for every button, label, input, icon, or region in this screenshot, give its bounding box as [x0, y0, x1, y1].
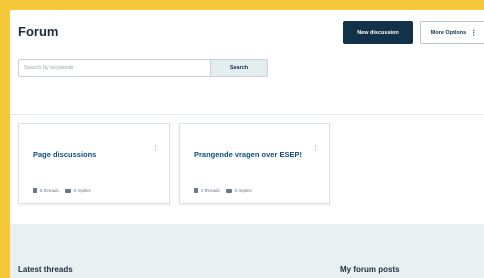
search-button-label: Search	[229, 65, 249, 71]
reply-icon	[64, 188, 71, 193]
latest-threads-heading: Latest threads	[18, 265, 73, 274]
reply-count: 0 replies	[73, 188, 91, 193]
new-discussion-button[interactable]: New discussion	[343, 21, 413, 44]
search-button[interactable]: Search	[210, 59, 268, 77]
more-options-label: More Options	[430, 29, 467, 36]
card-menu-kebab-icon[interactable]: ⋮	[152, 144, 159, 152]
page-title: Forum	[18, 24, 59, 39]
card-menu-kebab-icon[interactable]: ⋮	[312, 144, 319, 152]
forum-card-page-discussions[interactable]: Page discussions ⋮ 5 threads 0 replies	[18, 123, 170, 204]
reply-icon	[225, 188, 232, 193]
new-discussion-label: New discussion	[357, 29, 399, 36]
thread-count: 5 threads	[40, 188, 59, 193]
card-stats: 5 threads 0 replies	[33, 188, 91, 193]
kebab-icon: ⋮	[470, 29, 478, 37]
bottom-panel: Latest threads My forum posts	[10, 224, 484, 278]
card-title[interactable]: Prangende vragen over ESEP!	[194, 149, 304, 160]
thread-count: 0 threads	[201, 188, 220, 193]
thread-icon	[194, 188, 198, 193]
search-input[interactable]	[18, 59, 210, 77]
reply-count: 0 replies	[234, 188, 252, 193]
more-options-button[interactable]: More Options ⋮	[420, 21, 484, 44]
divider	[10, 114, 484, 115]
card-stats: 0 threads 0 replies	[194, 188, 252, 193]
card-title[interactable]: Page discussions	[33, 149, 143, 160]
forum-page: Forum New discussion More Options ⋮ Sear…	[10, 10, 484, 278]
thread-icon	[33, 188, 37, 193]
my-forum-posts-heading: My forum posts	[340, 265, 400, 274]
forum-card-prangende-vragen[interactable]: Prangende vragen over ESEP! ⋮ 0 threads …	[179, 123, 330, 204]
